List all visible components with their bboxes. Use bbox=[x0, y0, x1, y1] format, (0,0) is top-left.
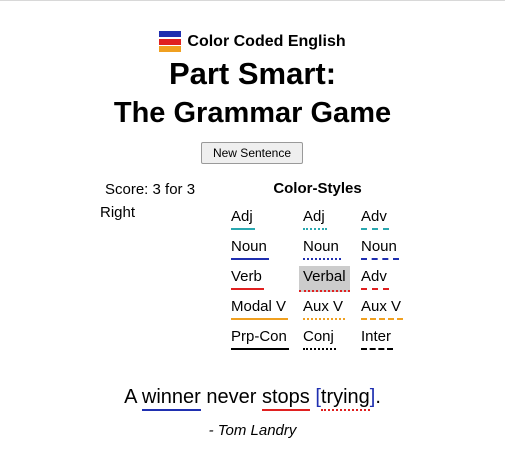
page-title: Part Smart: bbox=[168, 56, 337, 91]
brand-title: Color Coded English bbox=[187, 32, 346, 50]
color-styles-title: Color-Styles bbox=[273, 180, 362, 197]
part-style-noun[interactable]: Noun bbox=[303, 238, 341, 260]
score-right-text: Right bbox=[100, 204, 136, 221]
part-style-modal-v[interactable]: Modal V bbox=[231, 298, 289, 320]
top-border bbox=[0, 0, 505, 1]
sentence-part[interactable]: stops bbox=[261, 386, 310, 411]
part-style-adv[interactable]: Adv bbox=[361, 208, 389, 230]
sentence-part: A bbox=[124, 386, 142, 408]
part-style-aux-v[interactable]: Aux V bbox=[361, 298, 404, 320]
part-style-adj[interactable]: Adj bbox=[303, 208, 327, 230]
flag-icon bbox=[159, 31, 182, 52]
sentence: A winner never stops [trying]. bbox=[0, 386, 505, 411]
sentence-part[interactable]: trying bbox=[320, 386, 370, 411]
score-text: Score: 3 for 3 bbox=[105, 181, 196, 198]
part-style-verb[interactable]: Verb bbox=[231, 268, 264, 290]
sentence-part[interactable]: winner bbox=[141, 386, 201, 411]
flag-stripe bbox=[159, 46, 182, 52]
part-style-verbal[interactable]: Verbal bbox=[299, 266, 350, 292]
flag-stripe bbox=[159, 31, 182, 37]
page-subtitle: The Grammar Game bbox=[113, 97, 392, 129]
part-style-adj[interactable]: Adj bbox=[231, 208, 255, 230]
part-style-prp-con[interactable]: Prp-Con bbox=[231, 328, 289, 350]
part-style-noun[interactable]: Noun bbox=[231, 238, 269, 260]
sentence-part: never bbox=[200, 386, 262, 408]
part-style-aux-v[interactable]: Aux V bbox=[303, 298, 346, 320]
part-style-conj[interactable]: Conj bbox=[303, 328, 336, 350]
new-sentence-button[interactable]: New Sentence bbox=[201, 142, 303, 164]
sentence-author: - Tom Landry bbox=[208, 422, 297, 439]
sentence-part: . bbox=[375, 386, 381, 408]
brand-header: Color Coded English bbox=[0, 24, 505, 52]
part-style-adv[interactable]: Adv bbox=[361, 268, 389, 290]
part-style-noun[interactable]: Noun bbox=[361, 238, 399, 260]
flag-stripe bbox=[159, 38, 182, 45]
score-display: Score: 3 for 3 Right bbox=[100, 178, 210, 224]
part-style-inter[interactable]: Inter bbox=[361, 328, 394, 350]
